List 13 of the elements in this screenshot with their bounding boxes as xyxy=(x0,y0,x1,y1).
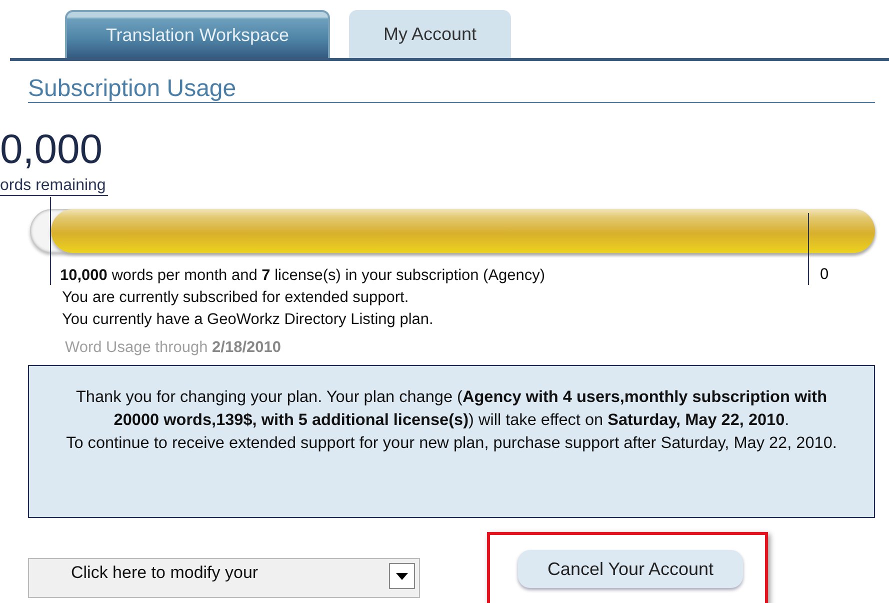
cancel-account-button[interactable]: Cancel Your Account xyxy=(518,550,743,588)
plan-dropdown[interactable]: Click here to modify your xyxy=(28,558,420,598)
subscription-info-text: You are currently subscribed for extended support. xyxy=(62,288,409,308)
subscription-info-text: You currently have a GeoWorkz Directory Listing plan. xyxy=(62,310,434,330)
usage-date-text: Word Usage through 2/18/2010 xyxy=(65,339,282,357)
words-remaining-count: 0,000 xyxy=(0,127,103,171)
scale-end-label: 0 xyxy=(820,266,829,284)
plan-change-notice: Thank you for changing your plan. Your plan change (Agency with 4 users,monthly subscription with 20000 words,139$, with 5 additional license(s)) will take effect on Saturday, May 22, 2010. To continue to receive extended support for your new plan, purchase support after Saturday, May 22, 2010. xyxy=(65,387,838,454)
dropdown-caret-icon xyxy=(396,572,408,580)
subscription-info-text: 10,000 words per month and 7 license(s) in your subscription (Agency) xyxy=(60,266,546,286)
tab[interactable]: My Account xyxy=(349,10,511,58)
section-heading: Subscription Usage xyxy=(28,61,875,103)
words-remaining-label: ords remaining xyxy=(0,176,108,196)
